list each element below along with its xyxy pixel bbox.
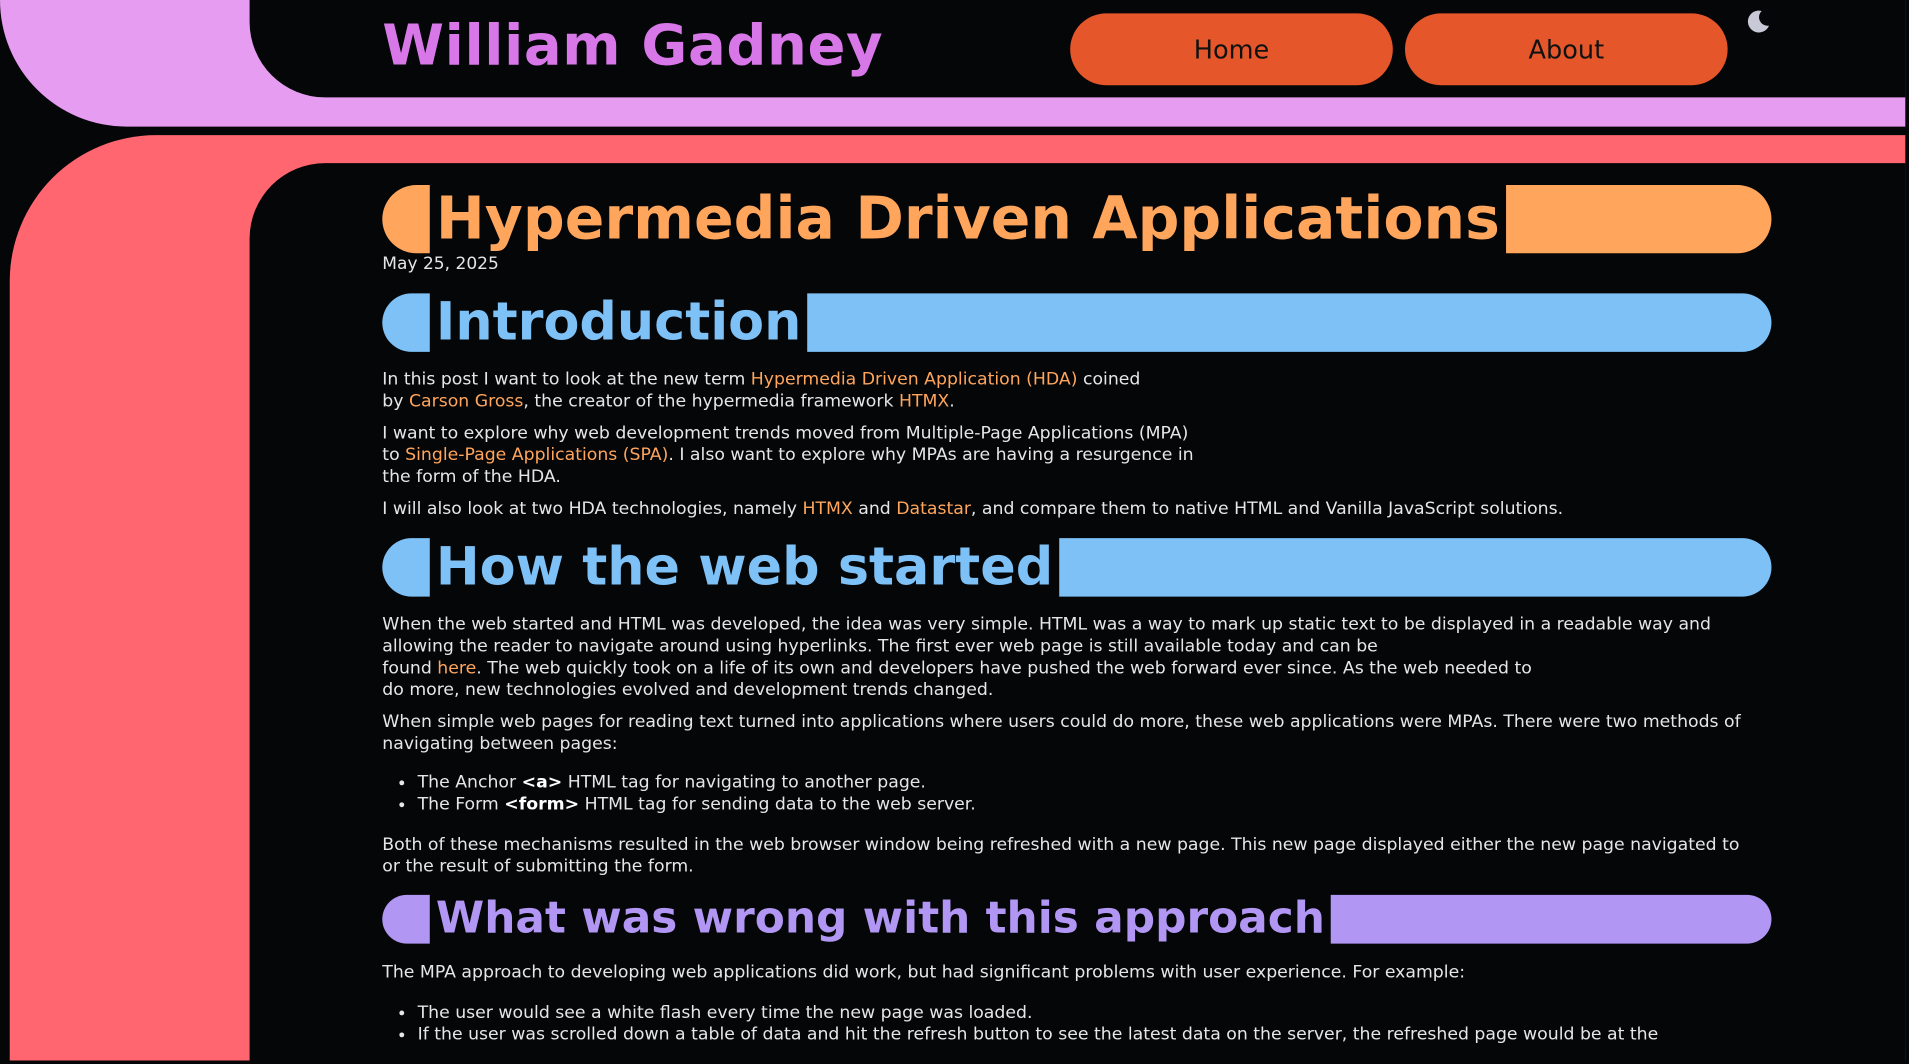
text: found <box>382 658 438 679</box>
text: HTML tag for sending data to the web ser… <box>579 795 976 815</box>
text: , the creator of the hypermedia framewor… <box>523 392 899 412</box>
frame-right-edge <box>1905 0 1909 1048</box>
link-htmx-2[interactable]: HTMX <box>802 499 852 518</box>
text: and <box>852 499 897 519</box>
article-title-bar: Hypermedia Driven Applications <box>382 185 1772 254</box>
web-paragraph-2: When simple web pages for reading text t… <box>382 711 1771 755</box>
heading-fill <box>1059 538 1772 597</box>
link-carson-gross[interactable]: Carson Gross <box>409 392 523 411</box>
title-cap <box>382 185 430 254</box>
intro-paragraph-3: I will also look at two HDA technologies… <box>382 498 1771 520</box>
site-title[interactable]: William Gadney <box>382 12 883 78</box>
list-item: The user would see a white flash every t… <box>418 1002 1772 1024</box>
text: coined <box>1077 370 1141 390</box>
heading-text: What was wrong with this approach <box>435 893 1325 944</box>
code-form-tag: <form> <box>504 795 580 815</box>
text: , and compare them to native HTML and Va… <box>970 499 1564 519</box>
heading-cap <box>382 894 430 944</box>
link-datastar[interactable]: Datastar <box>896 499 971 518</box>
code-anchor-tag: <a> <box>521 773 563 793</box>
text: When simple web pages for reading text t… <box>382 712 1741 732</box>
link-hda[interactable]: Hypermedia Driven Application (HDA) <box>751 370 1078 389</box>
heading-what-was-wrong: What was wrong with this approach <box>382 893 1772 944</box>
text: . <box>949 392 955 412</box>
text: I will also look at two HDA technologies… <box>382 499 803 519</box>
text: by <box>382 392 409 412</box>
heading-how-the-web-started: How the web started <box>382 536 1772 598</box>
text: or the result of submitting the form. <box>382 857 694 877</box>
text: to <box>382 445 406 466</box>
title-fill <box>1506 185 1772 254</box>
nav-about-label: About <box>1528 34 1605 64</box>
text: The Anchor <box>417 773 522 793</box>
problems-list: The user would see a white flash every t… <box>382 1002 1771 1046</box>
text: . The web quickly took on a life of its … <box>476 658 1532 679</box>
heading-fill <box>807 293 1772 352</box>
text: do more, new technologies evolved and de… <box>382 680 994 701</box>
text: HTML tag for navigating to another page. <box>562 773 926 793</box>
text: When the web started and HTML was develo… <box>382 614 1711 635</box>
text: . I also want to explore why MPAs are ha… <box>668 445 1194 466</box>
nav-home-label: Home <box>1193 34 1270 64</box>
article: Hypermedia Driven Applications May 25, 2… <box>382 185 1772 1046</box>
link-spa[interactable]: Single-Page Applications (SPA) <box>405 446 668 465</box>
heading-text: Introduction <box>435 291 802 353</box>
heading-fill <box>1331 894 1772 944</box>
text: allowing the reader to navigate around u… <box>382 636 1378 657</box>
wrong-paragraph-1: The MPA approach to developing web appli… <box>382 963 1466 983</box>
web-paragraph-1: When the web started and HTML was develo… <box>382 614 1771 702</box>
link-here[interactable]: here <box>437 659 476 678</box>
moon-icon[interactable] <box>1743 7 1772 36</box>
web-paragraph-3: Both of these mechanisms resulted in the… <box>382 834 1771 878</box>
heading-cap <box>382 538 430 597</box>
text: navigating between pages: <box>382 734 618 754</box>
navigation-methods-list: The Anchor <a> HTML tag for navigating t… <box>382 772 1771 816</box>
nav-home-button[interactable]: Home <box>1070 13 1393 86</box>
list-item: The Form <form> HTML tag for sending dat… <box>418 794 1772 816</box>
text: The Form <box>417 795 505 815</box>
list-item: If the user was scrolled down a table of… <box>418 1024 1772 1046</box>
text: Both of these mechanisms resulted in the… <box>382 835 1740 855</box>
text: the form of the HDA. <box>382 467 561 487</box>
intro-paragraph-2: I want to explore why web development tr… <box>382 422 1771 488</box>
nav-about-button[interactable]: About <box>1404 13 1728 86</box>
article-date: May 25, 2025 <box>382 254 499 274</box>
list-item: The Anchor <a> HTML tag for navigating t… <box>418 772 1772 794</box>
link-htmx[interactable]: HTMX <box>899 392 949 411</box>
intro-paragraph-1: In this post I want to look at the new t… <box>382 369 1771 413</box>
heading-introduction: Introduction <box>382 291 1772 353</box>
article-title: Hypermedia Driven Applications <box>435 185 1500 254</box>
heading-cap <box>382 293 430 352</box>
text: In this post I want to look at the new t… <box>382 370 751 390</box>
text: I want to explore why web development tr… <box>382 423 1189 444</box>
heading-text: How the web started <box>435 536 1054 598</box>
